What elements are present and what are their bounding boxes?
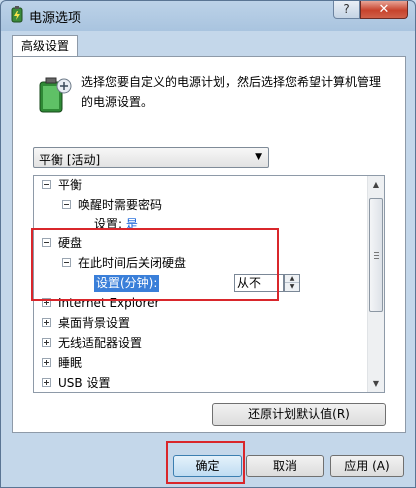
scroll-down-icon[interactable]: ▼ — [368, 375, 384, 392]
plan-select-value: 平衡 [活动] — [39, 153, 101, 167]
tree-item-label: 平衡 — [58, 178, 83, 192]
grip-icon — [374, 252, 379, 259]
tab-advanced-settings[interactable]: 高级设置 — [12, 35, 78, 57]
intro-text: 选择您要自定义的电源计划，然后选择您希望计算机管理的电源设置。 — [81, 75, 382, 109]
tree-item-usb-settings[interactable]: USB 设置 — [42, 374, 110, 392]
help-button[interactable]: ? — [333, 1, 360, 19]
tree-item-label: 睡眠 — [58, 356, 83, 370]
vertical-scrollbar[interactable]: ▲ ▼ — [367, 176, 384, 392]
scroll-thumb[interactable] — [369, 198, 383, 312]
tree-item-label: USB 设置 — [58, 376, 111, 390]
tree-item-wake-password[interactable]: 唤醒时需要密码 — [62, 196, 162, 214]
restore-defaults-button[interactable]: 还原计划默认值(R) — [212, 403, 386, 426]
window-title: 电源选项 — [29, 11, 82, 26]
expand-icon[interactable] — [42, 378, 51, 387]
collapse-icon[interactable] — [62, 200, 71, 209]
expand-icon[interactable] — [42, 358, 51, 367]
tree-item-label: 无线适配器设置 — [58, 336, 143, 350]
minutes-stepper[interactable]: ▲ ▼ — [284, 274, 300, 292]
chevron-down-icon: ▼ — [255, 152, 262, 162]
plan-select[interactable]: 平衡 [活动] ▼ — [33, 147, 269, 168]
annotation-highlight-hard-disk — [31, 228, 279, 301]
collapse-icon[interactable] — [42, 180, 51, 189]
tree-item-desktop-background[interactable]: 桌面背景设置 — [42, 314, 130, 332]
power-options-window: 电源选项 ? ✕ 高级设置 选择您要自定义的电源计划，然后选择您希望计算机管理的… — [0, 0, 416, 488]
tree-item-label: 唤醒时需要密码 — [78, 198, 163, 212]
scroll-up-icon[interactable]: ▲ — [368, 176, 384, 193]
spin-up-icon[interactable]: ▲ — [285, 275, 299, 283]
spin-down-icon[interactable]: ▼ — [285, 283, 299, 291]
tree-item-wireless-adapter[interactable]: 无线适配器设置 — [42, 334, 142, 352]
cancel-button[interactable]: 取消 — [246, 455, 324, 477]
expand-icon[interactable] — [42, 318, 51, 327]
expand-icon[interactable] — [42, 338, 51, 347]
close-button[interactable]: ✕ — [360, 1, 408, 19]
power-options-icon — [8, 6, 26, 24]
title-bar[interactable]: 电源选项 ? ✕ — [1, 1, 415, 29]
tree-item-label: 桌面背景设置 — [58, 316, 131, 330]
battery-plan-icon — [37, 76, 73, 114]
tree-item-sleep[interactable]: 睡眠 — [42, 354, 82, 372]
annotation-highlight-ok — [166, 441, 245, 484]
tree-item-balanced[interactable]: 平衡 — [42, 176, 82, 194]
apply-button[interactable]: 应用 (A) — [330, 455, 404, 477]
